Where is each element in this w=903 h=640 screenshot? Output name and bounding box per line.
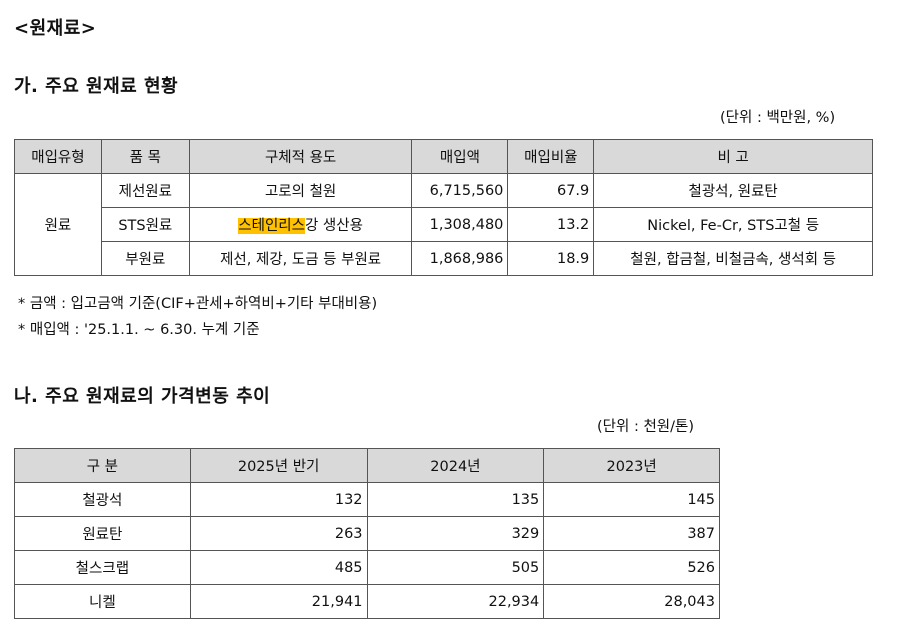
price-cell: 387 <box>543 516 720 551</box>
item-cell: STS원료 <box>100 207 190 242</box>
item-cell: 부원료 <box>100 241 190 276</box>
note-purchase-period: * 매입액 : '25.1.1. ~ 6.30. 누계 기준 <box>18 322 260 338</box>
purchase-type-cell: 원료 <box>14 173 102 276</box>
price-cell: 22,934 <box>366 584 545 619</box>
header-cell: 구체적 용도 <box>188 139 413 174</box>
use-cell: 제선, 제강, 도금 등 부원료 <box>188 241 413 276</box>
use-text: 강 생산용 <box>304 218 363 234</box>
price-cell: 505 <box>366 550 545 585</box>
amount-cell: 1,308,480 <box>411 207 509 242</box>
note-cell: Nickel, Fe-Cr, STS고철 등 <box>593 207 873 242</box>
header-cell: 2025년 반기 <box>189 448 368 483</box>
material-name-cell: 철스크랩 <box>14 550 191 585</box>
header-cell: 구 분 <box>14 448 191 483</box>
table-row: STS원료 스테인리스강 생산용 1,308,480 13.2 Nickel, … <box>15 207 873 242</box>
use-cell: 고로의 철원 <box>188 173 413 208</box>
table-row: 니켈 21,941 22,934 28,043 <box>14 584 720 619</box>
note-cell: 철원, 합금철, 비철금속, 생석회 등 <box>593 241 873 276</box>
section-title: <원재료> <box>14 18 97 39</box>
table-row: 부원료 제선, 제강, 도금 등 부원료 1,868,986 18.9 철원, … <box>15 241 873 276</box>
table-row: 원료탄 263 329 387 <box>14 516 720 551</box>
material-name-cell: 철광석 <box>14 482 191 517</box>
use-cell: 스테인리스강 생산용 <box>188 207 413 242</box>
price-cell: 329 <box>366 516 545 551</box>
price-cell: 526 <box>543 550 720 585</box>
header-cell: 2024년 <box>366 448 545 483</box>
header-cell: 매입유형 <box>14 139 102 174</box>
header-cell: 비 고 <box>593 139 873 174</box>
item-cell: 제선원료 <box>100 173 190 208</box>
price-cell: 132 <box>189 482 368 517</box>
header-cell: 품 목 <box>100 139 190 174</box>
price-cell: 485 <box>189 550 368 585</box>
raw-material-status-table: 매입유형 품 목 구체적 용도 매입액 매입비율 비 고 원료 제선원료 고로의… <box>14 139 873 276</box>
amount-cell: 1,868,986 <box>411 241 509 276</box>
amount-cell: 6,715,560 <box>411 173 509 208</box>
note-cell: 철광석, 원료탄 <box>593 173 873 208</box>
price-cell: 21,941 <box>189 584 368 619</box>
table-header-row: 매입유형 품 목 구체적 용도 매입액 매입비율 비 고 <box>14 139 873 174</box>
header-cell: 매입액 <box>411 139 509 174</box>
highlighted-text: 스테인리스 <box>238 218 305 234</box>
ratio-cell: 18.9 <box>507 241 595 276</box>
price-cell: 135 <box>366 482 545 517</box>
unit-label-b: (단위 : 천원/톤) <box>597 419 695 435</box>
note-amount-basis: * 금액 : 입고금액 기준(CIF+관세+하역비+기타 부대비용) <box>18 296 378 312</box>
heading-price-trend: 나. 주요 원재료의 가격변동 추이 <box>14 386 271 407</box>
material-name-cell: 원료탄 <box>14 516 191 551</box>
table-row: 철광석 132 135 145 <box>14 482 720 517</box>
ratio-cell: 13.2 <box>507 207 595 242</box>
header-cell: 2023년 <box>543 448 720 483</box>
price-cell: 263 <box>189 516 368 551</box>
table-row: 원료 제선원료 고로의 철원 6,715,560 67.9 철광석, 원료탄 <box>14 173 873 276</box>
material-name-cell: 니켈 <box>14 584 191 619</box>
table-header-row: 구 분 2025년 반기 2024년 2023년 <box>14 448 720 483</box>
heading-raw-material-status: 가. 주요 원재료 현황 <box>14 76 179 97</box>
ratio-cell: 67.9 <box>507 173 595 208</box>
price-cell: 145 <box>543 482 720 517</box>
header-cell: 매입비율 <box>507 139 595 174</box>
price-trend-table: 구 분 2025년 반기 2024년 2023년 철광석 132 135 145… <box>14 448 720 619</box>
unit-label-a: (단위 : 백만원, %) <box>720 110 836 126</box>
price-cell: 28,043 <box>543 584 720 619</box>
table-row: 철스크랩 485 505 526 <box>14 550 720 585</box>
